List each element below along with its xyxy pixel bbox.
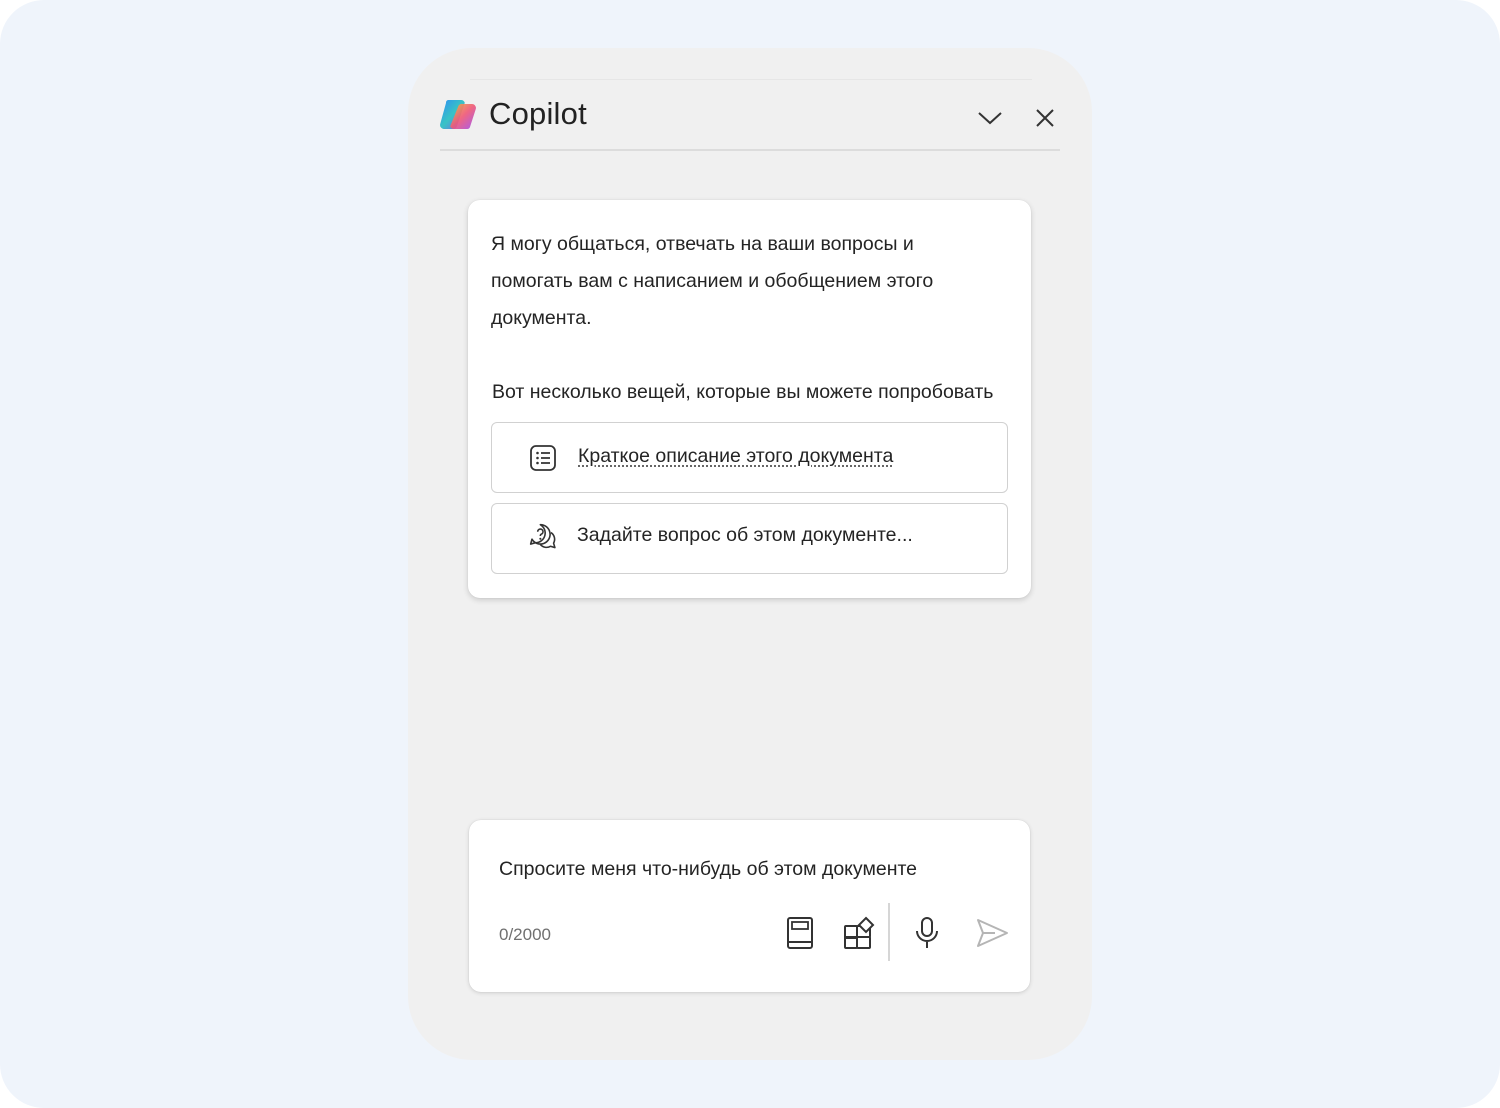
notebook-button[interactable] [780,912,820,954]
copilot-logo-icon [440,100,476,129]
notebook-icon [787,917,813,949]
character-counter: 0/2000 [499,925,551,944]
apps-button[interactable] [839,912,879,954]
collapse-button[interactable] [972,100,1008,136]
intro-text: Я могу общаться, отвечать на ваши вопрос… [491,233,934,329]
suggestion-label: Краткое описание этого документа [578,445,894,467]
send-icon [977,919,1008,947]
microphone-button[interactable] [907,912,947,954]
apps-add-icon [844,916,875,949]
chat-input-box[interactable] [469,820,1030,992]
list-icon [530,445,556,471]
suggestion-label: Задайте вопрос об этом документе... [577,524,913,546]
close-button[interactable] [1027,100,1063,136]
suggestion-ask-button[interactable]: Задайте вопрос об этом документе... [491,503,1008,574]
pane-top-line [470,79,1032,80]
chat-input-placeholder[interactable]: Спросите меня что-нибудь об этом докумен… [499,858,917,881]
close-icon [1036,109,1054,127]
header-title: Copilot [489,96,587,131]
chevron-down-icon [978,112,1002,125]
send-button[interactable] [972,912,1012,954]
toolbar-separator [888,903,890,961]
header-divider [440,149,1060,151]
suggestion-summarize-button[interactable]: Краткое описание этого документа [491,422,1008,493]
microphone-icon [916,917,938,948]
suggestions-label: Вот несколько вещей, которые вы можете п… [492,381,994,403]
question-chat-icon [529,523,556,549]
